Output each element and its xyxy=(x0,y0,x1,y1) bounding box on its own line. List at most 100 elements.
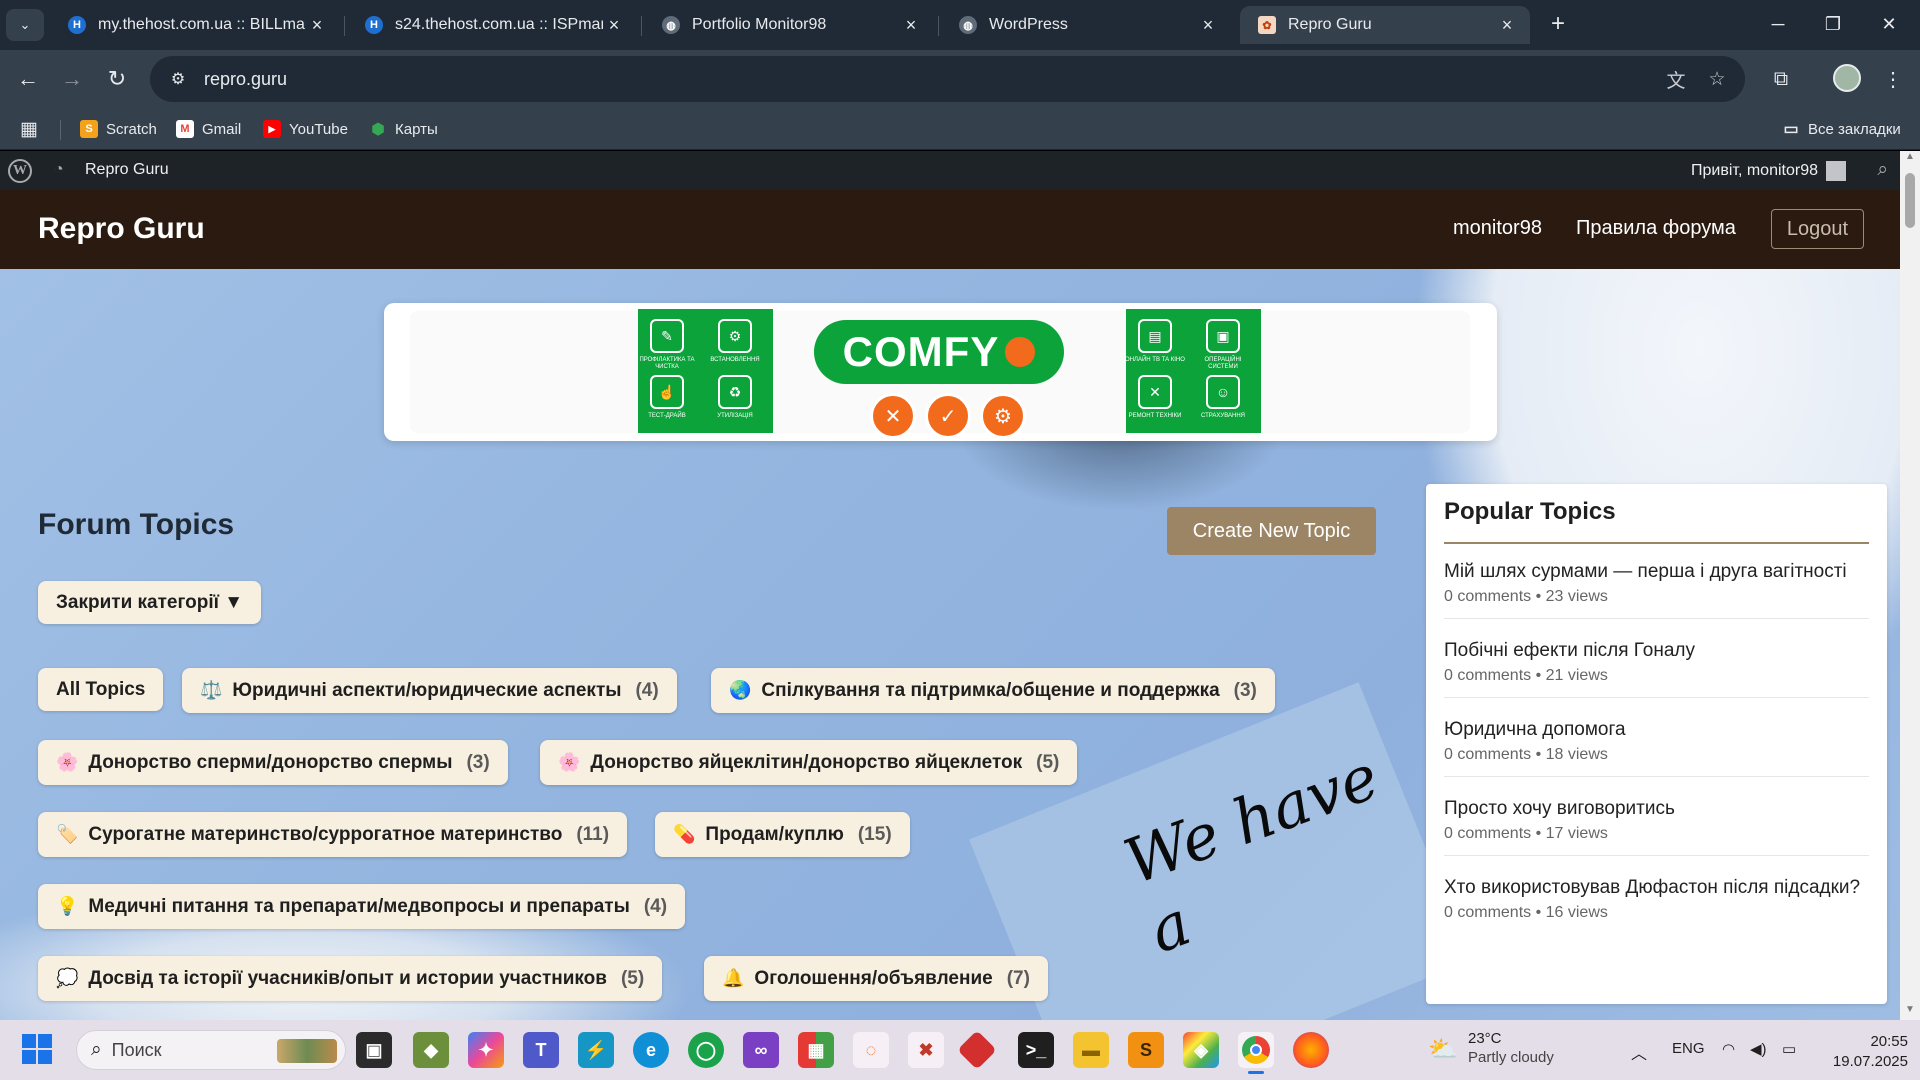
scroll-down-arrow-icon[interactable]: ▼ xyxy=(1900,1004,1920,1020)
banner-caption: ОПЕРАЦІЙНІ СИСТЕМИ xyxy=(1204,357,1242,370)
nav-user-link[interactable]: monitor98 xyxy=(1453,217,1542,240)
back-button[interactable]: ← xyxy=(12,63,44,95)
close-tab-icon[interactable]: × xyxy=(306,14,328,36)
minimize-button[interactable]: ─ xyxy=(1756,8,1800,40)
search-icon[interactable]: ⌕ xyxy=(1877,159,1888,181)
dashboard-gauge-icon[interactable]: ◔ xyxy=(54,161,74,179)
volume-icon[interactable]: ◀) xyxy=(1750,1040,1767,1058)
nav-forum-rules-link[interactable]: Правила форума xyxy=(1576,217,1736,240)
address-bar[interactable]: ⚙ repro.guru 文 ☆ xyxy=(150,56,1745,102)
popular-topic-item[interactable]: Просто хочу виговоритись 0 comments • 17… xyxy=(1444,797,1869,856)
taskbar-search-box[interactable]: ⌕ Поиск xyxy=(76,1030,346,1070)
windows-start-button[interactable] xyxy=(22,1034,54,1066)
category-chip[interactable]: 🏷️ Сурогатне материнство/суррогатное мат… xyxy=(38,812,628,857)
language-indicator[interactable]: ENG xyxy=(1672,1040,1705,1057)
category-all-topics[interactable]: All Topics xyxy=(38,668,164,711)
task-view-icon[interactable]: ▣ xyxy=(356,1032,392,1068)
wifi-icon[interactable]: ◠ xyxy=(1722,1040,1735,1058)
category-chip[interactable]: 🌸 Донорство яйцеклітин/донорство яйцекле… xyxy=(540,740,1078,785)
close-tab-icon[interactable]: × xyxy=(900,14,922,36)
chevron-up-icon[interactable]: ︿ xyxy=(1631,1040,1647,1064)
category-chip[interactable]: 💡 Медичні питання та препарати/медвопрос… xyxy=(38,884,686,929)
close-tab-icon[interactable]: × xyxy=(603,14,625,36)
chrome-taskbar-icon[interactable] xyxy=(1238,1032,1274,1074)
all-bookmarks[interactable]: ▭ Все закладки xyxy=(1782,117,1900,141)
url-text: repro.guru xyxy=(204,68,288,89)
forward-button[interactable]: → xyxy=(56,63,88,95)
firefox-icon[interactable] xyxy=(1293,1032,1329,1068)
paint-app-icon[interactable]: ◈ xyxy=(1183,1032,1219,1068)
tab-billmanager[interactable]: H my.thehost.com.ua :: BILLmanag × xyxy=(50,6,340,44)
visual-studio-icon[interactable]: ∞ xyxy=(743,1032,779,1068)
popular-topic-title[interactable]: Просто хочу виговоритись xyxy=(1444,797,1869,821)
category-chip[interactable]: 🌏 Спілкування та підтримка/общение и под… xyxy=(711,668,1275,713)
bookmark-gmail[interactable]: M Gmail xyxy=(176,117,241,141)
popular-topic-item[interactable]: Мій шлях сурмами — перша і друга вагітно… xyxy=(1444,560,1869,619)
wp-account-menu[interactable]: Привіт, monitor98 xyxy=(1691,161,1846,181)
wordpress-logo-icon[interactable]: W xyxy=(8,159,32,183)
wp-site-name[interactable]: Repro Guru xyxy=(85,161,169,179)
database-tool-icon[interactable]: ✖ xyxy=(908,1032,944,1068)
category-chip[interactable]: 🌸 Донорство сперми/донорство спермы (3) xyxy=(38,740,508,785)
teams-icon[interactable]: T xyxy=(523,1032,559,1068)
logo-dot xyxy=(1005,337,1036,367)
folder-icon: ▭ xyxy=(1783,121,1799,138)
comfy-ad-banner[interactable]: ✎ ⚙ ПРОФІЛАКТИКА ТА ЧИСТКА ВСТАНОВЛЕННЯ … xyxy=(384,303,1497,441)
site-info-icon[interactable]: ⚙ xyxy=(164,65,192,93)
create-new-topic-button[interactable]: Create New Topic xyxy=(1167,507,1376,555)
green-circle-app-icon[interactable]: ◯ xyxy=(688,1032,724,1068)
category-chip[interactable]: ⚖️ Юридичні аспекти/юридические аспекты … xyxy=(182,668,677,713)
weather-widget[interactable]: ⛅ 23°C Partly cloudy xyxy=(1428,1030,1554,1068)
category-chip[interactable]: 💭 Досвід та історії учасників/опыт и ист… xyxy=(38,956,663,1001)
new-tab-button[interactable]: + xyxy=(1544,10,1572,38)
file-explorer-icon[interactable]: ▬ xyxy=(1073,1032,1109,1068)
power-automate-icon[interactable]: ⚡ xyxy=(578,1032,614,1068)
edge-icon[interactable]: e xyxy=(633,1032,669,1068)
popular-topic-item[interactable]: Побічні ефекти після Гоналу 0 comments •… xyxy=(1444,639,1869,698)
tab-portfolio[interactable]: ◍ Portfolio Monitor98 × xyxy=(644,6,934,44)
popular-topic-title[interactable]: Юридична допомога xyxy=(1444,718,1869,742)
git-icon[interactable] xyxy=(957,1030,997,1070)
category-chip[interactable]: 💊 Продам/куплю (15) xyxy=(655,812,910,857)
apps-grid-icon[interactable]: ▦ xyxy=(20,117,38,141)
popular-topic-title[interactable]: Хто використовував Дюфастон після підсад… xyxy=(1444,876,1869,900)
tab-search-button[interactable]: ⌄ xyxy=(6,9,44,41)
popular-topic-item[interactable]: Хто використовував Дюфастон після підсад… xyxy=(1444,876,1869,934)
category-count: (4) xyxy=(635,679,659,701)
bookmark-scratch[interactable]: S Scratch xyxy=(80,117,157,141)
tab-ispmanager[interactable]: H s24.thehost.com.ua :: ISPmanag × xyxy=(347,6,637,44)
terminal-icon[interactable]: >_ xyxy=(1018,1032,1054,1068)
scrollbar-thumb[interactable] xyxy=(1905,173,1915,228)
site-brand[interactable]: Repro Guru xyxy=(38,212,205,246)
copilot-icon[interactable]: ✦ xyxy=(468,1032,504,1068)
category-chip[interactable]: 🔔 Оголошення/объявление (7) xyxy=(704,956,1048,1001)
sublime-text-icon[interactable]: S xyxy=(1128,1032,1164,1068)
bookmark-youtube[interactable]: ▶ YouTube xyxy=(263,117,348,141)
bookmark-maps[interactable]: ⬢ Карты xyxy=(369,117,437,141)
restore-button[interactable]: ❐ xyxy=(1811,8,1855,40)
tab-wordpress[interactable]: ◍ WordPress × xyxy=(941,6,1231,44)
popular-topic-title[interactable]: Мій шлях сурмами — перша і друга вагітно… xyxy=(1444,560,1869,584)
menu-kebab-icon[interactable]: ⋮ xyxy=(1877,63,1909,95)
office-app-icon[interactable]: ▦ xyxy=(798,1032,834,1068)
page-scrollbar[interactable]: ▲ ▼ xyxy=(1900,151,1920,1020)
reload-button[interactable]: ↻ xyxy=(101,63,133,95)
widgets-app-icon[interactable]: ◆ xyxy=(413,1032,449,1068)
system-clock[interactable]: 20:55 19.07.2025 xyxy=(1826,1032,1908,1071)
popular-topic-item[interactable]: Юридична допомога 0 comments • 18 views xyxy=(1444,718,1869,777)
tab-repro-guru[interactable]: ✿ Repro Guru × xyxy=(1240,6,1530,44)
weather-desc: Partly cloudy xyxy=(1468,1048,1554,1066)
popular-topic-title[interactable]: Побічні ефекти після Гоналу xyxy=(1444,639,1869,663)
battery-icon[interactable]: ▭ xyxy=(1782,1040,1796,1058)
close-tab-icon[interactable]: × xyxy=(1496,14,1518,36)
scroll-up-arrow-icon[interactable]: ▲ xyxy=(1900,151,1920,167)
profile-avatar[interactable] xyxy=(1833,64,1861,92)
bookmark-star-icon[interactable]: ☆ xyxy=(1703,65,1731,93)
logout-button[interactable]: Logout xyxy=(1771,209,1864,249)
close-categories-toggle[interactable]: Закрити категорії ▼ xyxy=(38,581,262,624)
jupyter-icon[interactable]: ◌ xyxy=(853,1032,889,1068)
extensions-icon[interactable]: ⧉ xyxy=(1765,63,1797,95)
translate-icon[interactable]: 文 xyxy=(1662,65,1690,93)
close-window-button[interactable]: ✕ xyxy=(1867,8,1911,40)
close-tab-icon[interactable]: × xyxy=(1197,14,1219,36)
